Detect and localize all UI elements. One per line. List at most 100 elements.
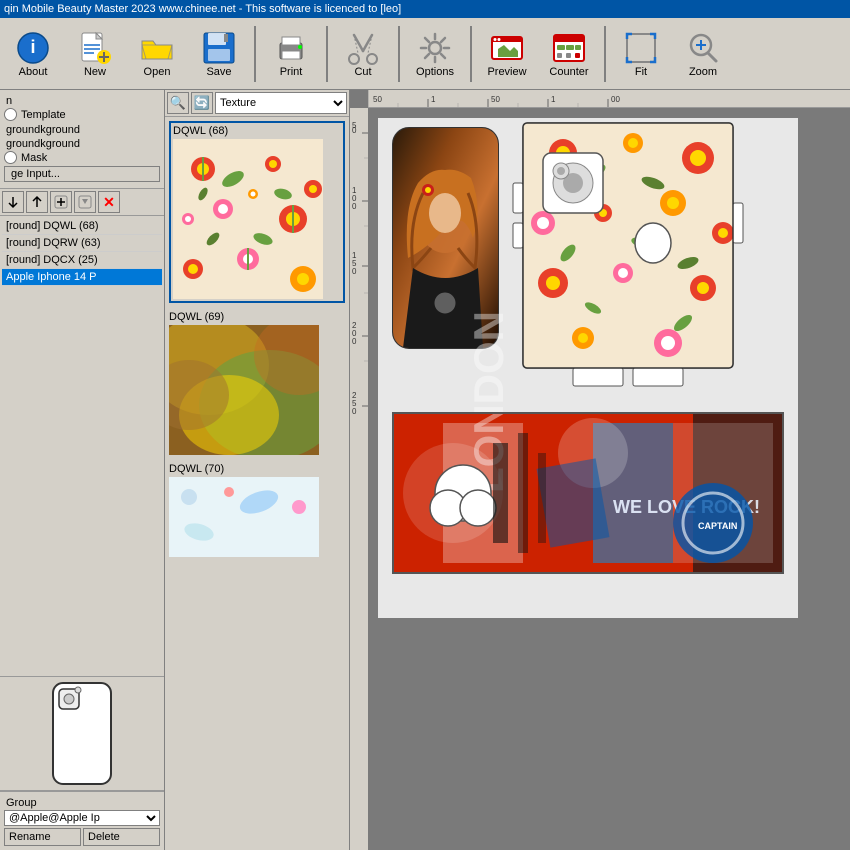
texture-dropdown[interactable]: Texture bbox=[215, 92, 347, 114]
layer-label: n bbox=[4, 94, 160, 108]
svg-text:50: 50 bbox=[373, 95, 382, 104]
new-button[interactable]: New bbox=[66, 21, 124, 87]
open-label: Open bbox=[144, 66, 171, 78]
svg-text:0: 0 bbox=[352, 202, 357, 211]
left-panel: n Template groundkground groundkground M… bbox=[0, 90, 165, 850]
svg-text:0: 0 bbox=[352, 267, 357, 276]
delete-icon-btn[interactable]: ✕ bbox=[98, 191, 120, 213]
counter-icon bbox=[551, 30, 587, 66]
left-top-section: n Template groundkground groundkground M… bbox=[0, 90, 164, 189]
texture-item-69[interactable]: DQWL (69) bbox=[169, 311, 345, 455]
toolbar: i About New Open bbox=[0, 18, 850, 90]
icon-toolbar: ✕ bbox=[0, 189, 164, 216]
toolbar-separator-1 bbox=[254, 26, 256, 82]
svg-text:0: 0 bbox=[352, 337, 357, 346]
save-button[interactable]: Save bbox=[190, 21, 248, 87]
zoom-label: Zoom bbox=[689, 66, 717, 78]
canvas-drawing-area: LONDON WE LOVE ROCK! bbox=[368, 108, 850, 850]
list-item-1[interactable]: [round] DQWL (68) bbox=[2, 218, 162, 235]
icon-btn-1[interactable] bbox=[2, 191, 24, 213]
texture-item-70[interactable]: DQWL (70) bbox=[169, 463, 345, 557]
print-icon bbox=[273, 30, 309, 66]
svg-text:1: 1 bbox=[431, 95, 436, 104]
about-button[interactable]: i About bbox=[4, 21, 62, 87]
texture-label-70: DQWL (70) bbox=[169, 463, 345, 475]
list-item-3[interactable]: [round] DQCX (25) bbox=[2, 252, 162, 269]
list-item-2[interactable]: [round] DQRW (63) bbox=[2, 235, 162, 252]
cut-icon bbox=[345, 30, 381, 66]
texture-thumb-70 bbox=[169, 477, 319, 557]
fit-label: Fit bbox=[635, 66, 647, 78]
template-radio[interactable] bbox=[4, 108, 17, 121]
ruler-top-svg: 50 1 50 1 00 bbox=[368, 90, 850, 107]
layer-list: [round] DQWL (68) [round] DQRW (63) [rou… bbox=[0, 216, 164, 676]
texture-refresh-button[interactable]: 🔄 bbox=[191, 92, 213, 114]
icon-btn-2[interactable] bbox=[26, 191, 48, 213]
canvas-with-ruler: 5 0 1 0 0 1 5 0 2 0 0 2 5 bbox=[350, 108, 850, 850]
texture-list: DQWL (68) bbox=[165, 117, 349, 850]
svg-text:00: 00 bbox=[611, 95, 620, 104]
preview-label: Preview bbox=[487, 66, 526, 78]
svg-text:CAPTAIN: CAPTAIN bbox=[698, 521, 737, 531]
ground-label-1: groundkground bbox=[4, 123, 160, 137]
mask-radio[interactable] bbox=[4, 151, 17, 164]
rename-button[interactable]: Rename bbox=[4, 828, 81, 846]
layer-n-text: n bbox=[6, 95, 12, 107]
zoom-button[interactable]: Zoom bbox=[674, 21, 732, 87]
svg-text:0: 0 bbox=[352, 126, 357, 135]
ruler-side-svg: 5 0 1 0 0 1 5 0 2 0 0 2 5 bbox=[350, 108, 368, 850]
device-preview-area bbox=[0, 676, 164, 791]
toolbar-separator-3 bbox=[398, 26, 400, 82]
texture-thumb-69 bbox=[169, 325, 319, 455]
new-label: New bbox=[84, 66, 106, 78]
svg-text:i: i bbox=[30, 37, 35, 57]
zoom-icon bbox=[685, 30, 721, 66]
texture-search-button[interactable]: 🔍 bbox=[167, 92, 189, 114]
bottom-buttons: Rename Delete bbox=[4, 828, 160, 846]
icon-btn-4[interactable] bbox=[74, 191, 96, 213]
cut-button[interactable]: Cut bbox=[334, 21, 392, 87]
template-radio-row: Template bbox=[4, 108, 160, 121]
list-item-4[interactable]: Apple Iphone 14 P bbox=[2, 269, 162, 286]
main-area: n Template groundkground groundkground M… bbox=[0, 90, 850, 850]
preview-icon bbox=[489, 30, 525, 66]
open-icon bbox=[139, 30, 175, 66]
canvas-svg: LONDON WE LOVE ROCK! bbox=[378, 118, 798, 618]
left-bottom-section: Group @Apple@Apple Ip Rename Delete bbox=[0, 791, 164, 850]
group-select[interactable]: @Apple@Apple Ip bbox=[4, 810, 160, 826]
about-label: About bbox=[19, 66, 48, 78]
toolbar-separator-5 bbox=[604, 26, 606, 82]
about-icon: i bbox=[15, 30, 51, 66]
save-icon bbox=[201, 30, 237, 66]
texture-label-69: DQWL (69) bbox=[169, 311, 345, 323]
phone-flat-case bbox=[513, 123, 743, 386]
options-button[interactable]: Options bbox=[406, 21, 464, 87]
save-label: Save bbox=[206, 66, 231, 78]
fit-button[interactable]: Fit bbox=[612, 21, 670, 87]
icon-btn-3[interactable] bbox=[50, 191, 72, 213]
ruler-side: 5 0 1 0 0 1 5 0 2 0 0 2 5 bbox=[350, 108, 368, 850]
texture-panel: 🔍 🔄 Texture DQWL (68) bbox=[165, 90, 350, 850]
texture-item-68[interactable]: DQWL (68) bbox=[169, 121, 345, 303]
open-button[interactable]: Open bbox=[128, 21, 186, 87]
mask-radio-row: Mask bbox=[4, 151, 160, 164]
fit-icon bbox=[623, 30, 659, 66]
group-section-label: Group bbox=[4, 796, 160, 810]
svg-text:50: 50 bbox=[491, 95, 500, 104]
preview-button[interactable]: Preview bbox=[478, 21, 536, 87]
counter-button[interactable]: Counter bbox=[540, 21, 598, 87]
toolbar-separator-2 bbox=[326, 26, 328, 82]
svg-text:1: 1 bbox=[551, 95, 556, 104]
print-label: Print bbox=[280, 66, 303, 78]
title-text: qin Mobile Beauty Master 2023 www.chinee… bbox=[4, 3, 401, 15]
ruler-top: 50 1 50 1 00 bbox=[368, 90, 850, 108]
options-label: Options bbox=[416, 66, 454, 78]
device-preview-svg bbox=[51, 681, 113, 786]
image-input-button[interactable]: ge Input... bbox=[4, 166, 160, 182]
canvas-area[interactable]: 50 1 50 1 00 5 bbox=[350, 90, 850, 850]
svg-text:0: 0 bbox=[352, 407, 357, 416]
delete-button[interactable]: Delete bbox=[83, 828, 160, 846]
cut-label: Cut bbox=[354, 66, 371, 78]
counter-label: Counter bbox=[549, 66, 588, 78]
print-button[interactable]: Print bbox=[262, 21, 320, 87]
